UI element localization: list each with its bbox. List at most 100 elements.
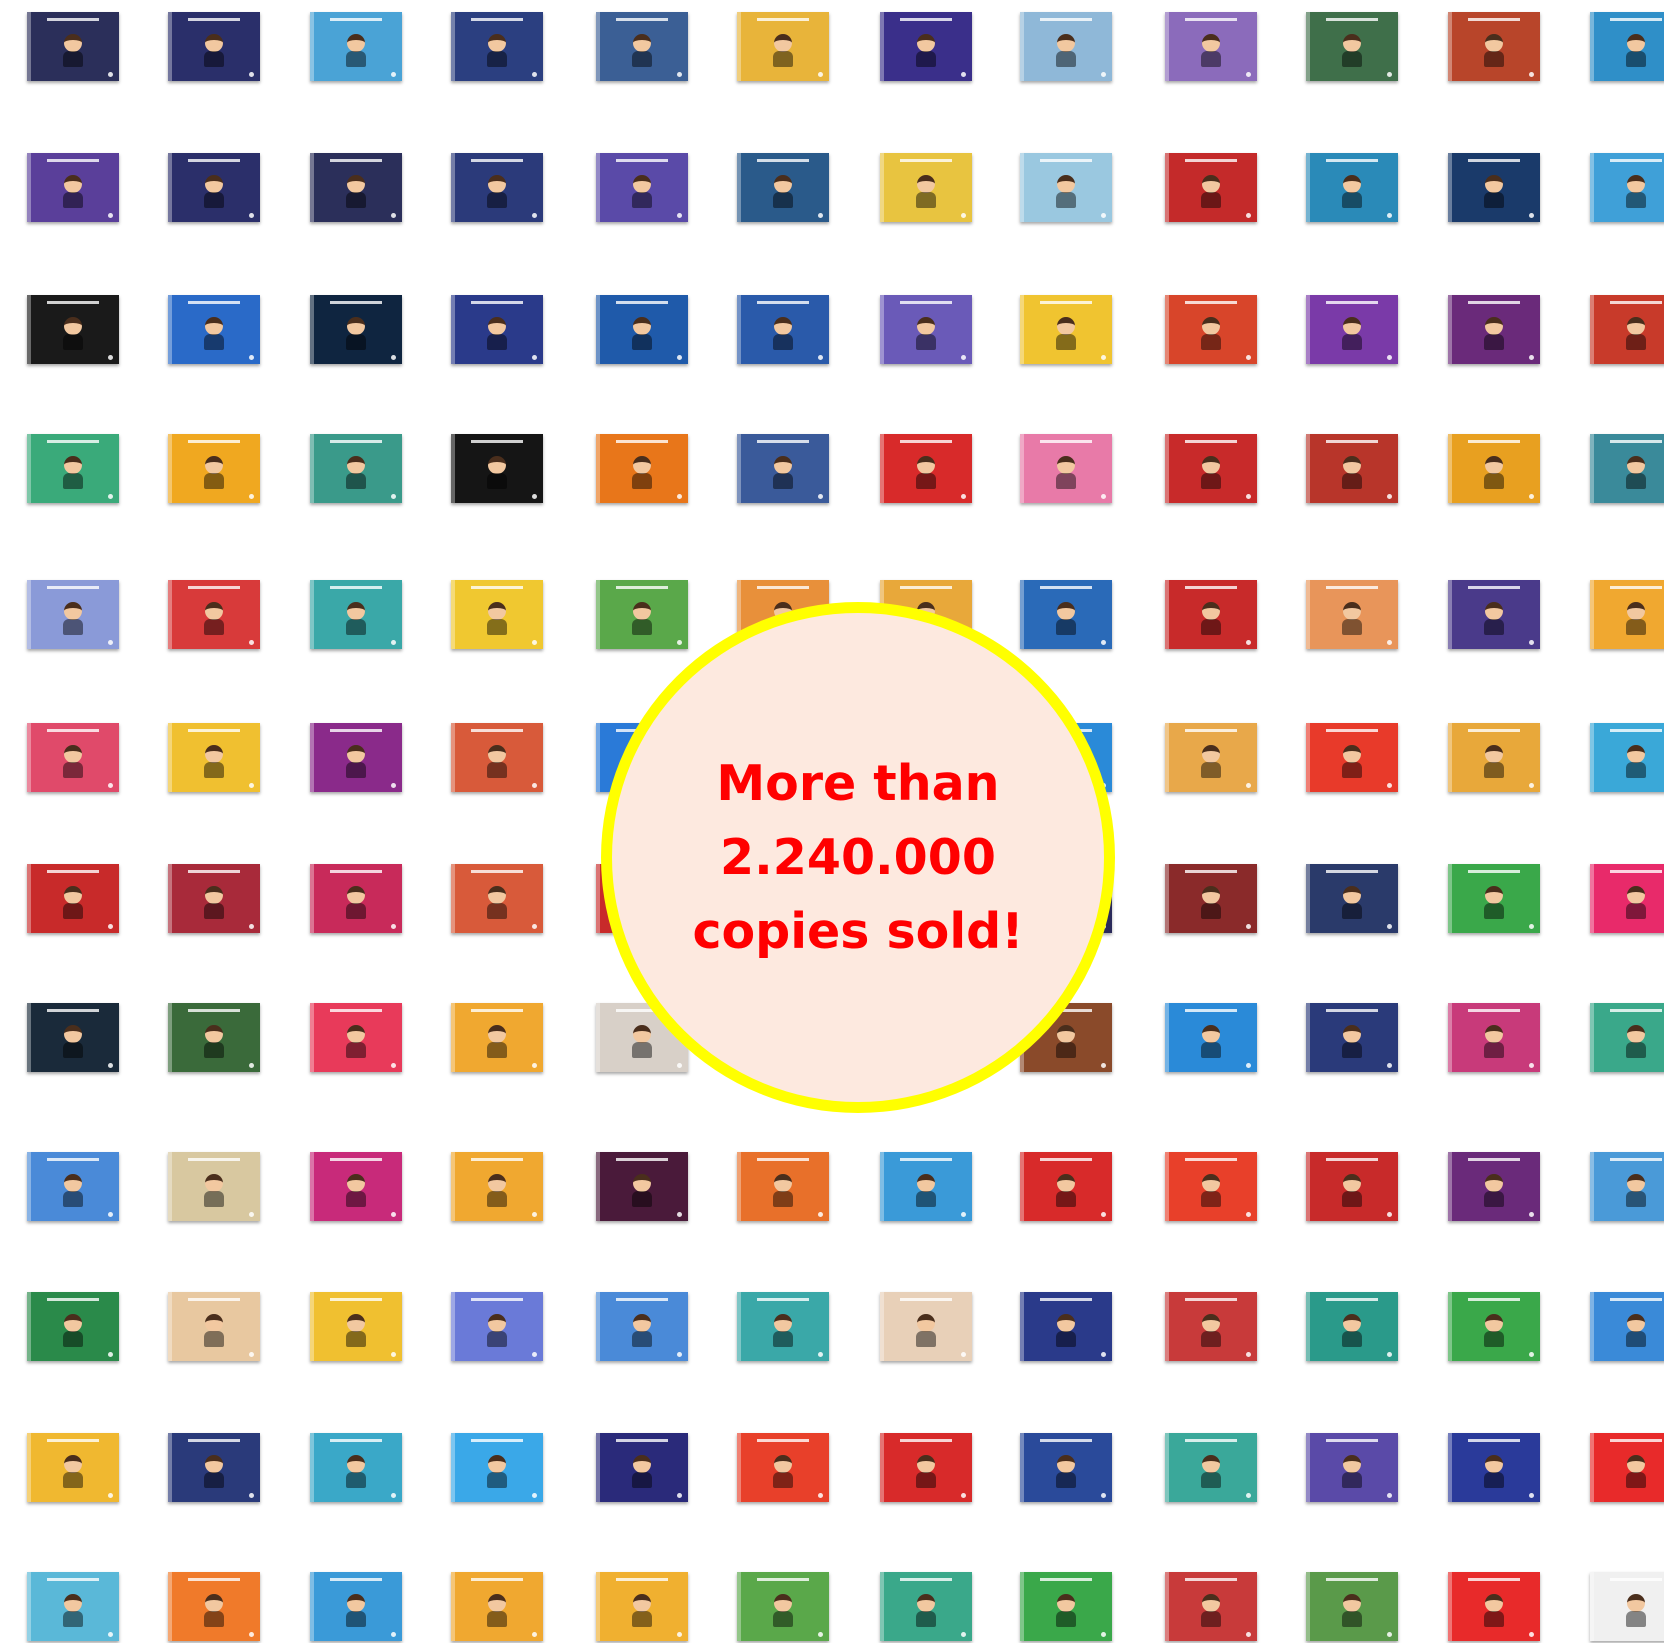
book-cover — [1165, 1292, 1257, 1361]
book-cover — [596, 1292, 688, 1361]
book-cover — [1590, 864, 1664, 933]
book-cover — [310, 1572, 402, 1641]
book-cover — [27, 1152, 119, 1221]
book-cover — [1590, 1003, 1664, 1072]
book-cover — [310, 153, 402, 222]
book-cover — [1448, 580, 1540, 649]
book-cover — [451, 295, 543, 364]
book-cover — [1590, 1433, 1664, 1502]
book-cover — [596, 1572, 688, 1641]
book-cover — [27, 580, 119, 649]
book-cover — [1165, 1003, 1257, 1072]
book-cover — [451, 1292, 543, 1361]
book-cover — [880, 295, 972, 364]
book-cover — [27, 434, 119, 503]
book-cover — [1020, 12, 1112, 81]
book-cover — [596, 580, 688, 649]
book-cover — [310, 1433, 402, 1502]
book-cover — [1448, 723, 1540, 792]
book-cover — [1306, 1003, 1398, 1072]
book-cover — [451, 1572, 543, 1641]
book-cover — [737, 1292, 829, 1361]
book-cover — [1165, 723, 1257, 792]
book-cover — [451, 153, 543, 222]
book-cover — [168, 1433, 260, 1502]
book-cover — [1020, 580, 1112, 649]
book-cover — [310, 1152, 402, 1221]
book-cover — [1306, 153, 1398, 222]
book-cover — [596, 1152, 688, 1221]
book-cover — [737, 434, 829, 503]
book-cover — [168, 864, 260, 933]
book-cover — [1165, 153, 1257, 222]
book-cover — [737, 1433, 829, 1502]
book-cover — [596, 1433, 688, 1502]
book-cover — [168, 1292, 260, 1361]
book-cover — [1448, 864, 1540, 933]
book-cover — [1306, 580, 1398, 649]
book-cover — [310, 434, 402, 503]
book-cover — [737, 1572, 829, 1641]
book-cover — [880, 434, 972, 503]
book-cover — [168, 1152, 260, 1221]
book-cover — [1306, 434, 1398, 503]
book-cover — [310, 1003, 402, 1072]
book-cover — [451, 1433, 543, 1502]
book-cover — [27, 1433, 119, 1502]
book-cover — [1448, 1572, 1540, 1641]
book-cover — [737, 12, 829, 81]
book-cover — [27, 153, 119, 222]
book-cover — [1448, 1433, 1540, 1502]
book-cover — [310, 864, 402, 933]
book-cover — [1020, 1433, 1112, 1502]
book-cover — [1165, 1572, 1257, 1641]
book-cover — [27, 723, 119, 792]
book-cover — [1165, 295, 1257, 364]
sales-badge: More than 2.240.000 copies sold! — [601, 602, 1115, 1113]
book-cover — [310, 1292, 402, 1361]
book-cover — [1590, 12, 1664, 81]
book-cover — [1448, 295, 1540, 364]
book-cover — [310, 723, 402, 792]
book-cover — [880, 12, 972, 81]
book-cover — [1306, 12, 1398, 81]
book-cover — [1020, 153, 1112, 222]
book-cover — [1590, 580, 1664, 649]
book-cover — [27, 864, 119, 933]
book-cover — [1306, 1292, 1398, 1361]
book-cover — [737, 295, 829, 364]
book-cover — [1590, 1572, 1664, 1641]
book-cover — [596, 153, 688, 222]
book-cover — [1590, 295, 1664, 364]
book-cover — [1306, 723, 1398, 792]
book-cover — [737, 1152, 829, 1221]
book-cover — [1165, 1433, 1257, 1502]
book-cover — [1020, 434, 1112, 503]
book-cover — [1306, 1572, 1398, 1641]
book-cover — [27, 295, 119, 364]
book-cover — [737, 153, 829, 222]
book-cover — [27, 12, 119, 81]
book-cover — [880, 1433, 972, 1502]
book-cover — [880, 1572, 972, 1641]
book-cover — [168, 434, 260, 503]
book-cover — [168, 580, 260, 649]
book-cover — [596, 295, 688, 364]
book-cover — [1448, 1292, 1540, 1361]
book-cover — [168, 1003, 260, 1072]
book-cover — [451, 434, 543, 503]
book-cover — [880, 1152, 972, 1221]
book-cover — [1306, 295, 1398, 364]
book-cover — [596, 12, 688, 81]
book-cover — [1590, 1292, 1664, 1361]
book-cover — [1165, 1152, 1257, 1221]
book-cover — [310, 580, 402, 649]
book-cover — [451, 1003, 543, 1072]
book-cover — [451, 723, 543, 792]
book-cover — [1448, 1003, 1540, 1072]
book-cover — [1448, 1152, 1540, 1221]
book-cover — [168, 153, 260, 222]
book-cover — [310, 12, 402, 81]
book-cover — [1165, 864, 1257, 933]
book-cover — [1020, 1292, 1112, 1361]
